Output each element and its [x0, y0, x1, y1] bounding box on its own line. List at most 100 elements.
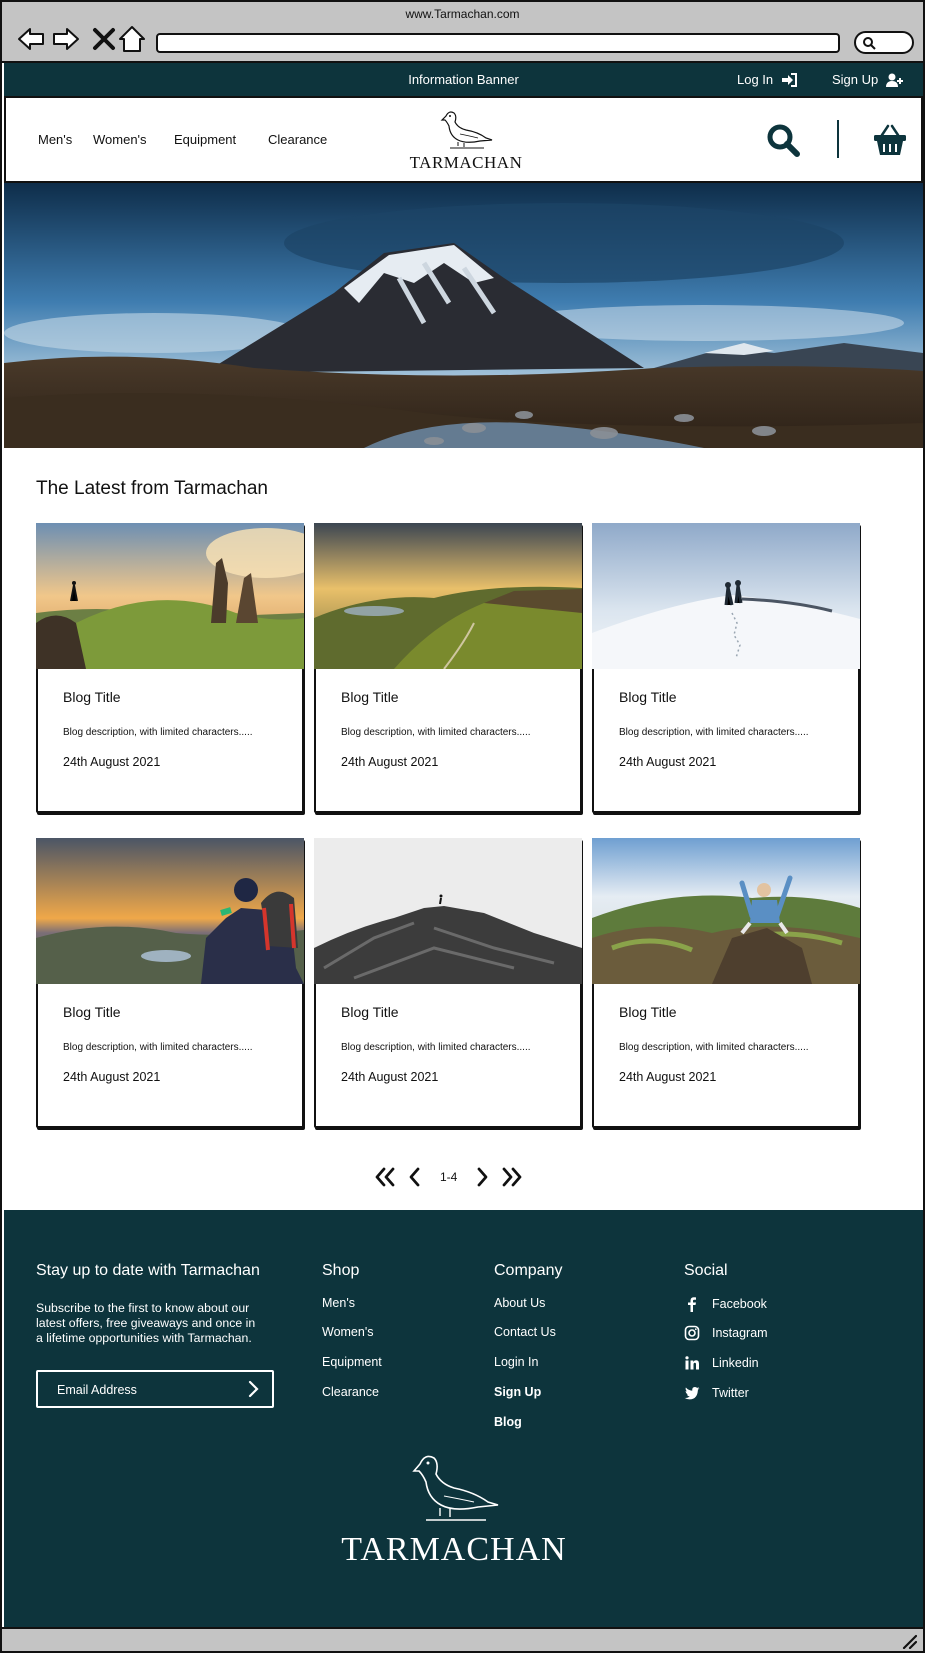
chevron-right-icon[interactable] [244, 1380, 262, 1398]
social-title: Social [684, 1262, 728, 1279]
blog-date: 24th August 2021 [341, 755, 439, 769]
company-title: Company [494, 1262, 563, 1279]
blog-description: Blog description, with limited character… [341, 727, 531, 738]
blog-card[interactable]: Blog Title Blog description, with limite… [36, 523, 304, 813]
social-label: Linkedin [712, 1356, 759, 1370]
blog-card[interactable]: Blog Title Blog description, with limite… [314, 838, 582, 1128]
logo-text: TARMACHAN [409, 153, 523, 172]
blog-date: 24th August 2021 [341, 1070, 439, 1084]
social-linkedin[interactable]: Linkedin [684, 1355, 759, 1371]
nav-equipment[interactable]: Equipment [174, 132, 236, 147]
ptarmigan-bird-icon [412, 1455, 499, 1521]
footer-link-womens[interactable]: Women's [322, 1325, 373, 1339]
email-placeholder: Email Address [57, 1383, 137, 1397]
blog-title[interactable]: Blog Title [619, 689, 677, 705]
resize-handle-icon[interactable] [901, 1633, 917, 1649]
browser-search-field[interactable] [854, 31, 914, 54]
social-facebook[interactable]: Facebook [684, 1296, 767, 1312]
first-page-icon[interactable] [374, 1166, 396, 1188]
blog-description: Blog description, with limited character… [619, 1042, 809, 1053]
section-title: The Latest from Tarmachan [36, 478, 268, 499]
close-icon[interactable] [89, 24, 119, 54]
footer-link-blog[interactable]: Blog [494, 1415, 522, 1429]
footer-link-mens[interactable]: Men's [322, 1296, 355, 1310]
blog-thumbnail [592, 523, 860, 669]
blog-card[interactable]: Blog Title Blog description, with limite… [314, 523, 582, 813]
next-page-icon[interactable] [471, 1166, 493, 1188]
blog-card[interactable]: Blog Title Blog description, with limite… [36, 838, 304, 1128]
footer-logo-text: TARMACHAN [341, 1531, 567, 1568]
instagram-icon [684, 1325, 700, 1341]
blog-description: Blog description, with limited character… [63, 1042, 253, 1053]
blog-date: 24th August 2021 [619, 755, 717, 769]
pagination: 1-4 [374, 1163, 523, 1191]
social-label: Instagram [712, 1326, 768, 1340]
last-page-icon[interactable] [501, 1166, 523, 1188]
blog-thumbnail [314, 523, 582, 669]
back-arrow-icon[interactable] [16, 24, 46, 54]
signup-link[interactable]: Sign Up [832, 72, 904, 87]
nav-womens[interactable]: Women's [93, 132, 147, 147]
search-icon[interactable] [766, 123, 800, 157]
site-footer: Stay up to date with Tarmachan Subscribe… [4, 1210, 923, 1627]
social-twitter[interactable]: Twitter [684, 1385, 749, 1401]
previous-page-icon[interactable] [404, 1166, 426, 1188]
facebook-icon [688, 1297, 696, 1312]
login-icon [782, 72, 798, 87]
blog-card[interactable]: Blog Title Blog description, with limite… [592, 838, 860, 1128]
blog-title[interactable]: Blog Title [341, 1004, 399, 1020]
blog-title[interactable]: Blog Title [619, 1004, 677, 1020]
footer-link-contact[interactable]: Contact Us [494, 1325, 556, 1339]
login-label: Log In [737, 72, 774, 87]
newsletter-text: Subscribe to the first to know about our… [36, 1301, 256, 1345]
header-divider [837, 120, 839, 158]
login-link[interactable]: Log In [737, 72, 798, 87]
shop-title: Shop [322, 1262, 360, 1279]
ptarmigan-bird-icon [440, 111, 493, 149]
forward-arrow-icon[interactable] [51, 24, 81, 54]
blog-thumbnail [36, 523, 304, 669]
browser-chrome: www.Tarmachan.com [0, 0, 925, 63]
blog-title[interactable]: Blog Title [341, 689, 399, 705]
blog-description: Blog description, with limited character… [619, 727, 809, 738]
footer-link-signup[interactable]: Sign Up [494, 1385, 541, 1399]
site-header: Men's Women's Equipment Clearance TARMAC… [4, 96, 923, 183]
page-frame: Information Banner Log In Sign Up Men's … [0, 63, 925, 1628]
blog-date: 24th August 2021 [63, 1070, 161, 1084]
blog-title[interactable]: Blog Title [63, 689, 121, 705]
browser-url-title: www.Tarmachan.com [405, 7, 520, 21]
social-instagram[interactable]: Instagram [684, 1325, 768, 1341]
signup-label: Sign Up [832, 72, 879, 87]
blog-description: Blog description, with limited character… [341, 1042, 531, 1053]
home-icon[interactable] [117, 24, 147, 54]
footer-logo[interactable]: TARMACHAN [324, 1450, 584, 1569]
social-label: Facebook [712, 1297, 767, 1311]
footer-link-equipment[interactable]: Equipment [322, 1355, 382, 1369]
footer-link-about[interactable]: About Us [494, 1296, 545, 1310]
nav-clearance[interactable]: Clearance [268, 132, 327, 147]
search-icon [863, 37, 876, 50]
email-input[interactable]: Email Address [36, 1370, 274, 1408]
blog-date: 24th August 2021 [619, 1070, 717, 1084]
blog-thumbnail [314, 838, 582, 984]
blog-thumbnail [592, 838, 860, 984]
header-logo[interactable]: TARMACHAN [406, 108, 526, 173]
browser-status-bar [0, 1627, 925, 1653]
hero-image [4, 183, 923, 448]
newsletter-title: Stay up to date with Tarmachan [36, 1262, 260, 1279]
page-range: 1-4 [440, 1170, 458, 1184]
social-label: Twitter [712, 1386, 749, 1400]
address-bar[interactable] [156, 33, 840, 53]
blog-thumbnail [36, 838, 304, 984]
basket-icon[interactable] [872, 122, 908, 158]
add-user-icon [886, 73, 904, 87]
nav-mens[interactable]: Men's [38, 132, 72, 147]
blog-description: Blog description, with limited character… [63, 727, 253, 738]
footer-link-login[interactable]: Login In [494, 1355, 538, 1369]
blog-title[interactable]: Blog Title [63, 1004, 121, 1020]
blog-card[interactable]: Blog Title Blog description, with limite… [592, 523, 860, 813]
linkedin-icon [685, 1356, 699, 1370]
information-banner: Information Banner Log In Sign Up [4, 63, 923, 96]
footer-link-clearance[interactable]: Clearance [322, 1385, 379, 1399]
blog-date: 24th August 2021 [63, 755, 161, 769]
